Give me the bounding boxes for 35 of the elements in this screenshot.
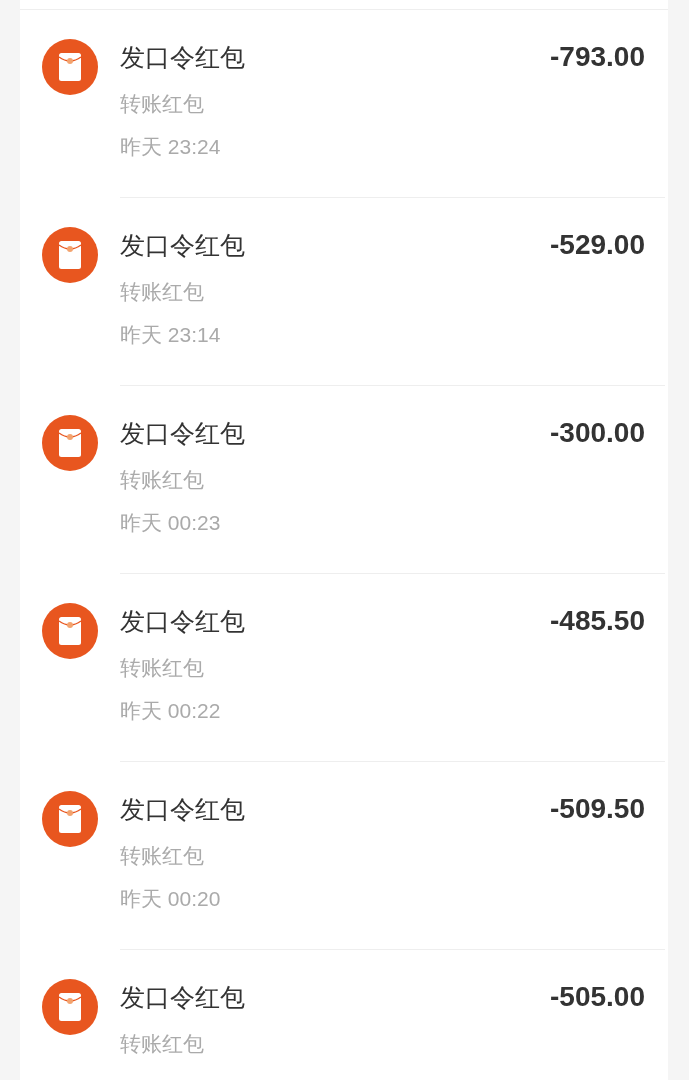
transaction-time: 昨天 00:22 (120, 698, 222, 724)
transaction-time: 昨天 00:23 (120, 510, 222, 536)
transaction-type: 转账红包 (120, 91, 205, 117)
transaction-type: 转账红包 (120, 279, 205, 305)
transaction-amount: -793.00 (550, 42, 646, 74)
transaction-title: 发口令红包 (120, 606, 246, 636)
envelope-icon (42, 791, 98, 847)
transaction-title: 发口令红包 (120, 418, 246, 448)
transaction-title: 发口令红包 (120, 42, 246, 72)
transaction-time: 昨天 23:14 (120, 322, 222, 348)
transaction-amount: -529.00 (550, 230, 646, 262)
transaction-amount: -485.50 (550, 606, 646, 638)
transaction-amount: -509.50 (550, 794, 646, 826)
transaction-title: 发口令红包 (120, 982, 246, 1012)
envelope-icon (42, 227, 98, 283)
transaction-amount: -505.00 (550, 982, 646, 1014)
transaction-title: 发口令红包 (120, 230, 246, 260)
transaction-type: 转账红包 (120, 467, 205, 493)
transaction-row[interactable]: 发口令红包 转账红包 昨天 23:14 -529.00 (20, 198, 668, 386)
transaction-type: 转账红包 (120, 843, 205, 869)
transaction-amount: -300.00 (550, 418, 646, 450)
transaction-row[interactable]: 发口令红包 转账红包 昨天 00:22 -485.50 (20, 574, 668, 762)
transaction-title: 发口令红包 (120, 794, 246, 824)
envelope-icon (42, 979, 98, 1035)
transaction-type: 转账红包 (120, 1031, 205, 1057)
transaction-row[interactable]: 发口令红包 转账红包 昨天 00:20 -509.50 (20, 762, 668, 950)
envelope-icon (42, 39, 98, 95)
transaction-time: 昨天 00:20 (120, 886, 222, 912)
transaction-row[interactable]: 发口令红包 转账红包 -505.00 (20, 950, 668, 1080)
transaction-time: 昨天 23:24 (120, 134, 222, 160)
envelope-icon (42, 415, 98, 471)
transaction-row[interactable]: 发口令红包 转账红包 昨天 23:24 -793.00 (20, 10, 668, 198)
envelope-icon (42, 603, 98, 659)
transaction-row[interactable]: 发口令红包 转账红包 昨天 00:23 -300.00 (20, 386, 668, 574)
transaction-type: 转账红包 (120, 655, 205, 681)
